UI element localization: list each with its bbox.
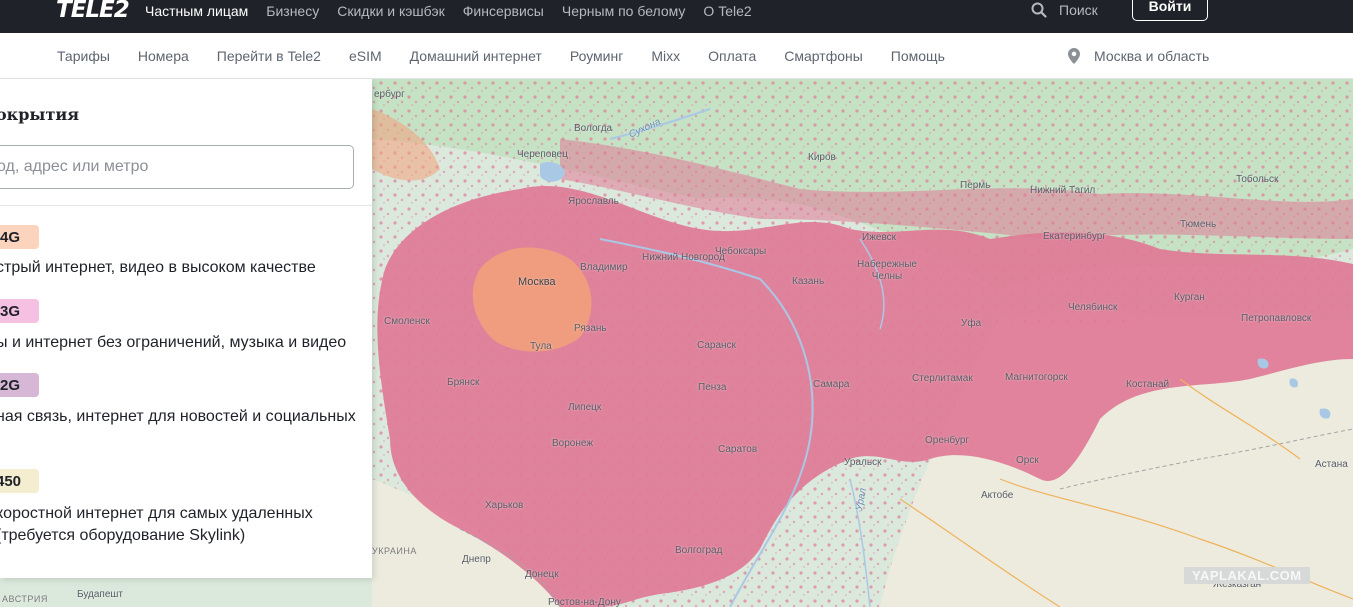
subnav-esim[interactable]: eSIM <box>349 48 382 64</box>
city-label: Нижний Новгород <box>642 252 725 263</box>
top-nav-about[interactable]: О Tele2 <box>703 3 751 19</box>
top-bar: TELE2 Частным лицам Бизнесу Скидки и кэш… <box>0 0 1353 33</box>
badge-4g: 4G <box>0 225 39 249</box>
city-label: Ижевск <box>862 232 897 243</box>
city-label: Харьков <box>485 500 524 511</box>
city-label: Астана <box>1315 459 1348 470</box>
city-label: Будапешт <box>77 589 123 600</box>
city-label-moscow: Москва <box>518 276 556 288</box>
city-label: Тюмень <box>1180 219 1217 230</box>
legend-2g-text: ная связь, интернет для новостей и социа… <box>0 408 356 425</box>
top-search[interactable]: Поиск <box>1031 0 1098 20</box>
tele2-logo[interactable]: TELE2 <box>56 0 130 23</box>
region-selector[interactable]: Москва и область <box>1068 33 1209 79</box>
city-label: Костанай <box>1126 379 1170 390</box>
city-label: Уральск <box>844 457 882 468</box>
city-label: Саратов <box>718 444 758 455</box>
city-label: Киров <box>808 152 836 163</box>
search-icon <box>1031 2 1047 18</box>
legend-450-text-line2: (требуется оборудование Skylink) <box>0 527 246 544</box>
city-label: Уфа <box>961 318 982 329</box>
badge-2g: 2G <box>0 373 39 397</box>
coverage-4g-moscow <box>472 247 592 352</box>
top-nav-black-on-white[interactable]: Черным по белому <box>562 3 686 19</box>
city-label: Стерлитамак <box>912 373 973 384</box>
top-nav-finservices[interactable]: Финсервисы <box>463 3 544 19</box>
city-label: Курган <box>1174 292 1205 303</box>
city-label: Смоленск <box>384 316 430 327</box>
divider <box>0 205 372 206</box>
subnav-numbers[interactable]: Номера <box>138 48 189 64</box>
top-nav-private[interactable]: Частным лицам <box>145 3 248 19</box>
city-label: Актобе <box>981 490 1014 501</box>
subnav-home-internet[interactable]: Домашний интернет <box>410 48 542 64</box>
city-label: Ростов-на-Дону <box>548 597 621 607</box>
city-label: Брянск <box>447 377 480 388</box>
panel-title: окрытия <box>0 105 80 124</box>
search-label: Поиск <box>1059 2 1098 18</box>
city-label: Петропавловск <box>1241 313 1312 324</box>
location-pin-icon <box>1068 48 1080 64</box>
country-label: УКРАИНА <box>372 546 417 556</box>
legend-3g-text: ы и интернет без ограничений, музыка и в… <box>0 334 347 351</box>
city-label: Пенза <box>698 382 727 393</box>
city-label: Казань <box>792 276 825 287</box>
subnav-roaming[interactable]: Роуминг <box>570 48 623 64</box>
subnav-mixx[interactable]: Mixx <box>651 48 680 64</box>
city-label: Липецк <box>568 402 602 413</box>
top-nav-business[interactable]: Бизнесу <box>266 3 319 19</box>
sub-nav: Тарифы Номера Перейти в Tele2 eSIM Домаш… <box>0 33 1353 79</box>
city-label: Набережные Челны <box>857 259 917 282</box>
city-label: Пермь <box>960 180 991 191</box>
address-search-input[interactable] <box>0 146 353 188</box>
city-label: Тула <box>530 341 552 352</box>
city-label: Череповец <box>517 149 568 160</box>
badge-450: 450 <box>0 469 39 493</box>
city-label: Чебоксары <box>715 246 767 257</box>
city-label: Нижний Тагил <box>1030 185 1096 196</box>
city-label: Саранск <box>697 340 736 351</box>
city-label: Владимир <box>580 262 628 273</box>
city-label: Екатеринбург <box>1043 231 1106 242</box>
city-label: Челябинск <box>1068 302 1118 313</box>
login-button[interactable]: Войти <box>1132 0 1208 21</box>
city-label: Рязань <box>574 323 607 334</box>
badge-3g: 3G <box>0 299 39 323</box>
subnav-switch[interactable]: Перейти в Tele2 <box>217 48 321 64</box>
city-label: Воронеж <box>552 438 594 449</box>
subnav-tariffs[interactable]: Тарифы <box>57 48 110 64</box>
city-label: ербург <box>374 89 405 100</box>
watermark: YAPLAKAL.COM <box>1184 567 1310 584</box>
coverage-panel: окрытия 4G стрый интернет, видео в высок… <box>0 79 372 578</box>
region-label: Москва и область <box>1094 48 1210 64</box>
top-nav: Частным лицам Бизнесу Скидки и кэшбэк Фи… <box>145 0 770 22</box>
address-search[interactable] <box>0 145 354 189</box>
city-label: Днепр <box>462 554 491 565</box>
city-label: Волгоград <box>675 545 723 556</box>
top-nav-discounts[interactable]: Скидки и кэшбэк <box>337 3 445 19</box>
country-label: АВСТРИЯ <box>2 594 48 604</box>
city-label: Тобольск <box>1236 174 1279 185</box>
legend-450-text-line1: коростной интернет для самых удаленных <box>0 505 313 522</box>
subnav-payment[interactable]: Оплата <box>708 48 756 64</box>
subnav-help[interactable]: Помощь <box>891 48 945 64</box>
city-label: Вологда <box>574 123 613 134</box>
city-label: Оренбург <box>925 435 970 446</box>
city-label: Самара <box>813 379 850 390</box>
city-label: Ярославль <box>568 196 619 207</box>
legend-4g-text: стрый интернет, видео в высоком качестве <box>0 259 316 276</box>
city-label: Донецк <box>525 569 559 580</box>
city-label: Магнитогорск <box>1005 372 1068 383</box>
city-label: Орск <box>1016 455 1039 466</box>
subnav-smartphones[interactable]: Смартфоны <box>784 48 863 64</box>
